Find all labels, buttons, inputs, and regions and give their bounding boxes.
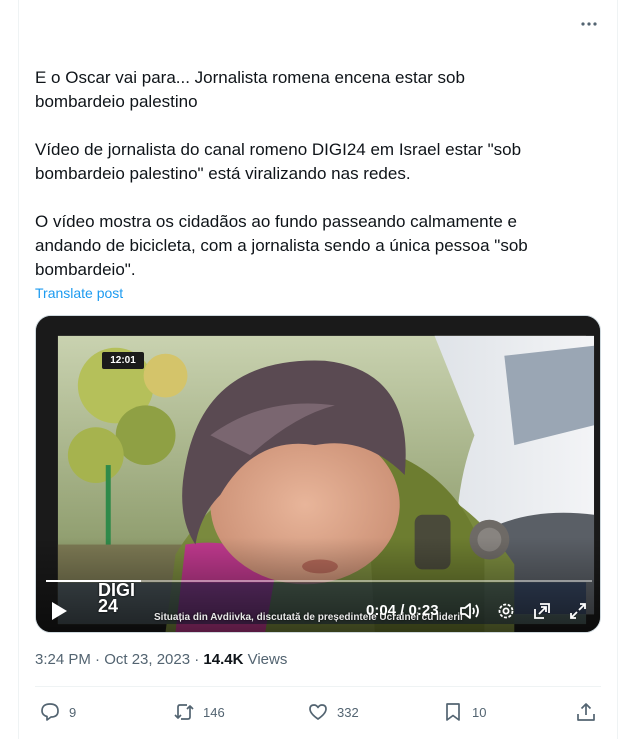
settings-button[interactable] [494,600,518,622]
tweet-meta: 3:24 PM · Oct 23, 2023 · 14.4K Views [35,651,287,668]
picture-in-picture-icon [534,603,550,619]
volume-button[interactable] [458,600,482,622]
video-controls: 0:04 / 0:23 [36,594,600,628]
volume-icon [460,603,479,619]
video-time-display: 0:04 / 0:23 [366,602,439,619]
video-clock-badge: 12:01 [102,352,144,369]
like-button[interactable]: 332 [307,698,359,726]
reply-icon [41,703,59,721]
divider [35,686,601,687]
more-horizontal-icon [581,22,597,26]
views-count: 14.4K [203,651,244,668]
video-player[interactable]: 12:01 DIGI 24 Situația din Avdiivka, dis… [35,315,601,633]
tweet-paragraph-3: O vídeo mostra os cidadãos ao fundo pass… [35,212,528,279]
retweet-icon [174,704,194,720]
gear-icon [498,603,514,619]
tweet-card: E o Oscar vai para... Jornalista romena … [18,0,618,739]
like-count: 332 [337,704,359,720]
fullscreen-icon [570,603,586,619]
retweet-button[interactable]: 146 [173,698,225,726]
play-icon [52,602,67,620]
share-icon [577,703,595,721]
bookmark-count: 10 [472,704,487,720]
video-progress-bar[interactable] [46,580,592,582]
reply-button[interactable]: 9 [39,698,76,726]
views-label: Views [243,651,288,668]
more-options-button[interactable] [577,12,601,36]
share-button[interactable] [575,698,597,726]
tweet-paragraph-2: Vídeo de jornalista do canal romeno DIGI… [35,140,522,183]
translate-post-link[interactable]: Translate post [35,285,123,301]
tweet-paragraph-1: E o Oscar vai para... Jornalista romena … [35,68,465,111]
picture-in-picture-button[interactable] [530,600,554,622]
heart-icon [309,704,327,720]
bookmark-icon [446,703,460,721]
play-button[interactable] [48,600,70,622]
retweet-count: 146 [203,704,225,720]
reply-count: 9 [69,704,77,720]
bookmark-button[interactable]: 10 [442,698,486,726]
fullscreen-button[interactable] [566,600,590,622]
tweet-text: E o Oscar vai para... Jornalista romena … [35,66,555,282]
action-bar: 9 146 332 10 [19,696,619,728]
timestamp-link[interactable]: 3:24 PM · Oct 23, 2023 · [35,651,203,668]
video-progress-fill [46,580,141,582]
